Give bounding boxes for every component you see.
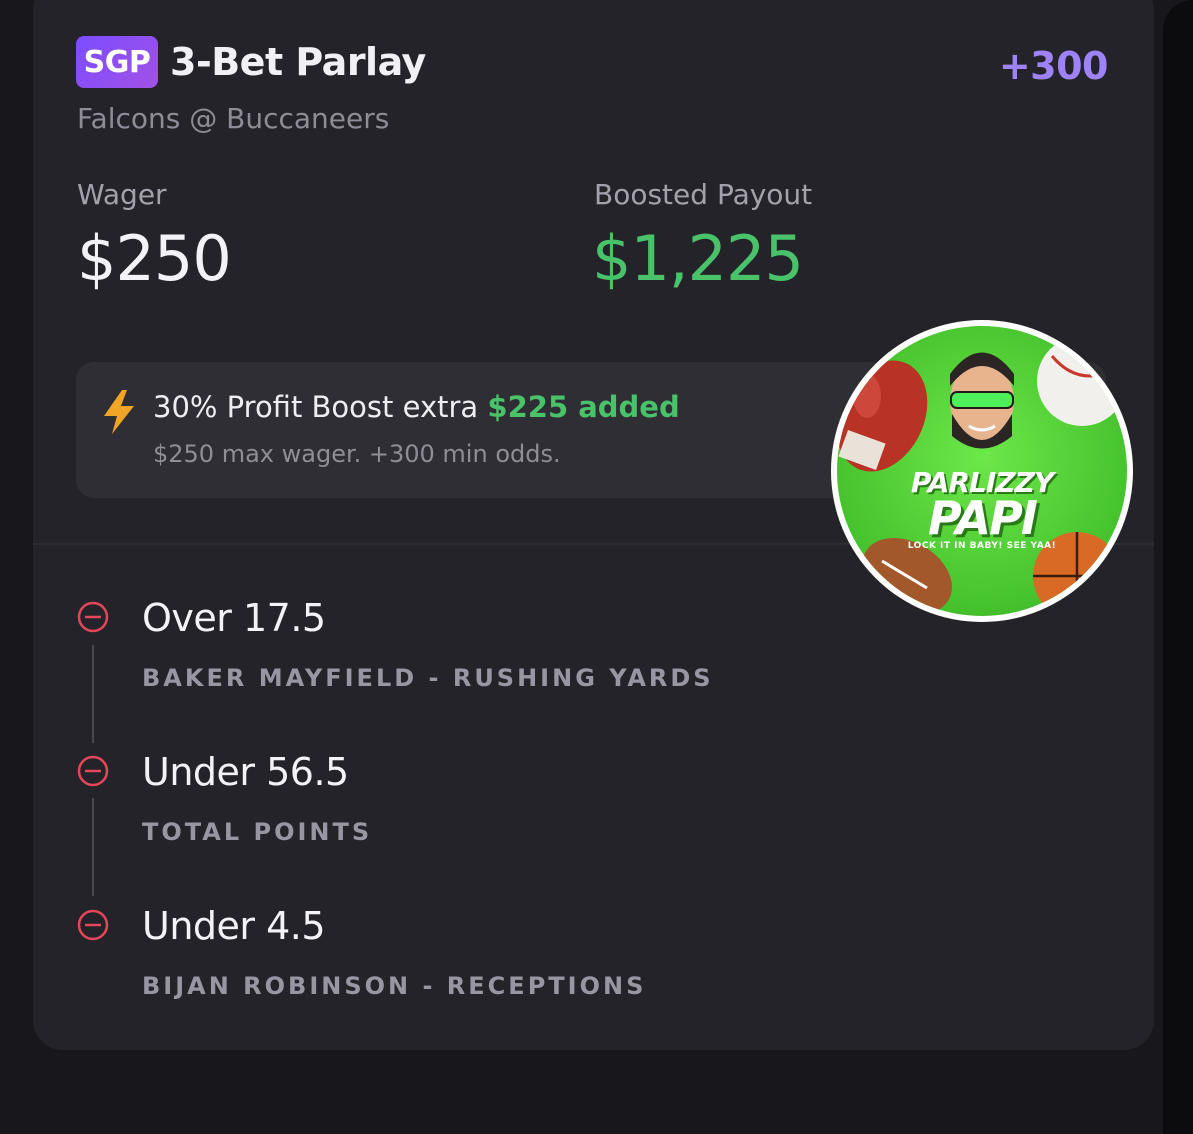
leg-pick: Under 56.5 [142,750,349,794]
bet-title: 3-Bet Parlay [170,40,426,84]
minus-circle-icon [77,755,109,787]
boost-added-amount: $225 added [487,390,680,424]
avatar-tagline: LOCK IT IN BABY! SEE YAA! [907,541,1057,551]
screen-edge [1163,0,1193,1134]
leg-market: BIJAN ROBINSON - RECEPTIONS [142,972,647,1000]
leg-pick: Over 17.5 [142,596,326,640]
leg-market: TOTAL POINTS [142,818,373,846]
payout-amount: $1,225 [592,222,804,295]
profile-avatar[interactable]: PARLIZZY PAPI LOCK IT IN BABY! SEE YAA! [831,320,1133,622]
leg-market: BAKER MAYFIELD - RUSHING YARDS [142,664,714,692]
bet-header: SGP 3-Bet Parlay [76,36,426,88]
boost-description: 30% Profit Boost extra $225 added [153,390,680,424]
wager-label: Wager [77,178,167,211]
wager-amount: $250 [77,222,232,295]
payout-label: Boosted Payout [594,178,813,211]
leg-pick: Under 4.5 [142,904,326,948]
avatar-name-line2: PAPI [928,491,1038,545]
avatar-logo: PARLIZZY PAPI LOCK IT IN BABY! SEE YAA! [837,326,1127,616]
leg-connector-line [92,645,94,743]
boost-terms: $250 max wager. +300 min odds. [153,440,561,468]
minus-circle-icon [77,909,109,941]
minus-circle-icon [77,601,109,633]
boost-text: 30% Profit Boost extra [153,390,479,424]
sgp-badge: SGP [76,36,158,88]
parlay-odds: +300 [998,44,1109,88]
lightning-bolt-icon [104,390,134,434]
leg-connector-line [92,798,94,896]
game-matchup: Falcons @ Buccaneers [77,102,390,135]
